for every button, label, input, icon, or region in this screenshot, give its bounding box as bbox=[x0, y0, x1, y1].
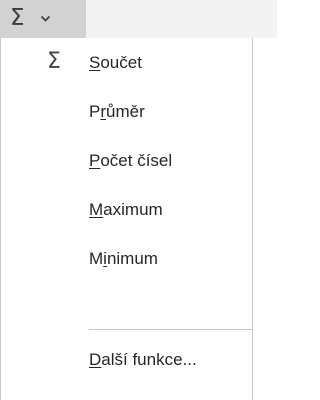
menu-item-dalsi-funkce[interactable]: Další funkce... bbox=[1, 338, 252, 382]
menu-item-prumer[interactable]: Průměr bbox=[1, 90, 252, 134]
menu-item-label: Minimum bbox=[89, 249, 158, 268]
access-key: D bbox=[89, 350, 102, 369]
menu-item-label: Počet čísel bbox=[89, 151, 173, 170]
menu-item-label: Průměr bbox=[89, 102, 145, 121]
menu-item-label: Maximum bbox=[89, 200, 163, 219]
access-key: S bbox=[89, 53, 101, 72]
menu-separator bbox=[89, 329, 252, 330]
menu-item-minimum[interactable]: Minimum bbox=[1, 237, 252, 281]
chevron-down-icon[interactable] bbox=[40, 15, 51, 23]
sigma-icon: Σ bbox=[47, 49, 61, 74]
menu-item-label: Součet bbox=[89, 53, 142, 72]
sigma-icon[interactable]: Σ bbox=[10, 4, 25, 32]
access-key: P bbox=[89, 151, 101, 170]
access-key: M bbox=[89, 200, 104, 219]
menu-item-maximum[interactable]: Maximum bbox=[1, 188, 252, 232]
menu-item-soucet[interactable]: Σ Součet bbox=[1, 41, 252, 85]
autosum-split-button[interactable]: Σ bbox=[0, 0, 86, 38]
autosum-dropdown-menu: Σ Součet Průměr Počet čísel Maximum Mini… bbox=[0, 38, 253, 400]
menu-item-label: Další funkce... bbox=[89, 350, 197, 369]
ribbon-strip: Σ bbox=[0, 0, 277, 38]
menu-item-pocet-cisel[interactable]: Počet čísel bbox=[1, 139, 252, 183]
